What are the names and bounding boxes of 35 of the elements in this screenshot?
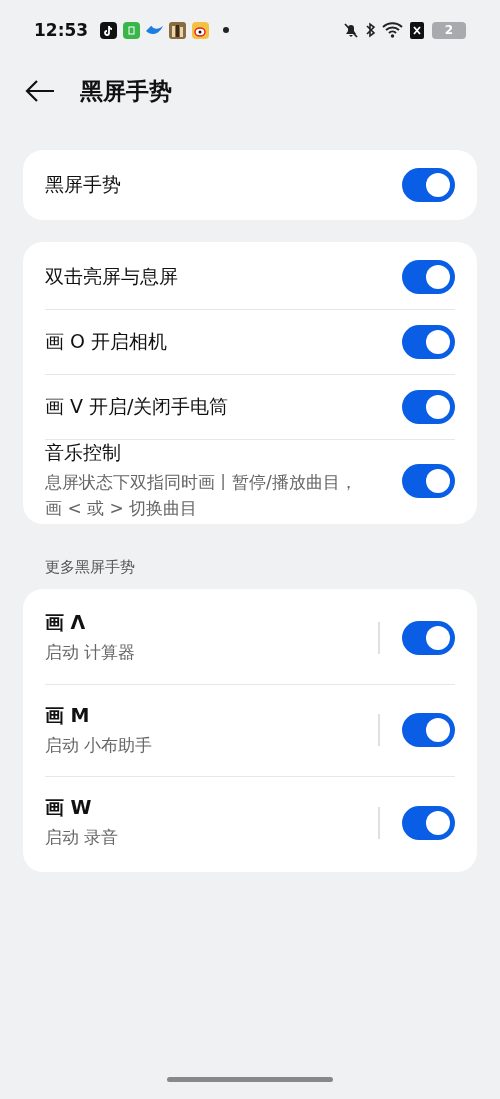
bluetooth-icon [365,22,376,38]
setting-title: 画 Λ [45,610,87,635]
toggle-switch[interactable] [402,260,455,294]
setting-title: 画 M [45,702,91,728]
app-icon [192,21,210,39]
battery-indicator: 2 [432,21,466,39]
muted-bell-icon [343,22,359,38]
app-icon [169,21,187,39]
close-box-icon [410,21,424,39]
toggle-switch[interactable] [402,805,455,840]
wifi-icon [382,22,404,38]
toggle-switch[interactable] [402,325,455,359]
setting-title: 黑屏手势 [45,172,122,197]
setting-description: 息屏状态下双指同时画丨暂停/播放曲目，画 < 或 > 切换曲目 [45,471,358,520]
toggle-switch[interactable] [402,168,455,202]
setting-title: 音乐控制 [45,440,122,465]
app-icon [100,21,118,39]
section-header: 更多黑屏手势 [44,557,136,578]
setting-description: 启动 计算器 [45,641,137,664]
app-icon [146,24,164,36]
toggle-switch[interactable] [402,713,455,748]
setting-title: 画 O 开启相机 [45,329,169,354]
toggle-switch[interactable] [402,620,455,655]
app-icon [123,21,141,39]
setting-title: 画 W [45,795,93,820]
setting-title: 双击亮屏与息屏 [45,264,179,289]
setting-title: 画 V 开启/关闭手电筒 [45,394,230,419]
page-title: 黑屏手势 [80,76,172,106]
clock: 12:53 [34,20,89,40]
toggle-switch[interactable] [402,390,455,424]
toggle-switch[interactable] [402,463,455,498]
setting-description: 启动 小布助手 [45,733,154,757]
setting-description: 启动 录音 [45,826,120,849]
back-button[interactable] [24,79,56,103]
notification-dot-icon [223,27,230,33]
